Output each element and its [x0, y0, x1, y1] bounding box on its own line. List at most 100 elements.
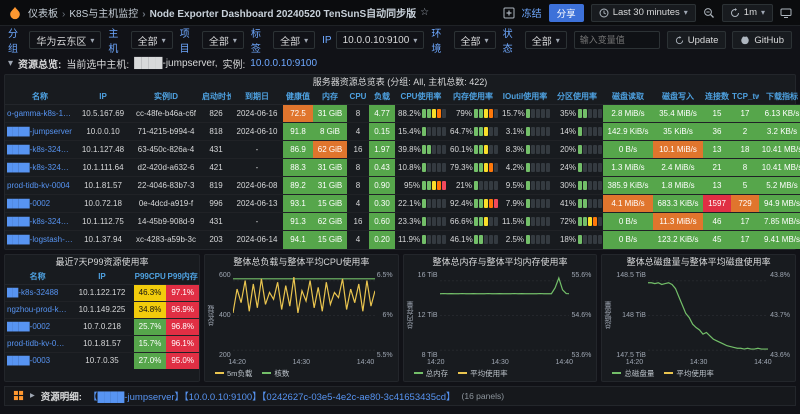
selected-host: ████-jumpserver,	[134, 58, 217, 69]
uptime-days: 819	[201, 177, 231, 195]
host-name-link[interactable]: ██-k8s-32488	[5, 284, 70, 301]
legend-item[interactable]: 5m负载	[215, 368, 252, 379]
cpu-cores: 16	[347, 141, 369, 159]
breadcrumb-folder[interactable]: K8S与主机监控	[62, 5, 138, 20]
chart-plot-area[interactable]	[440, 272, 570, 359]
usage-gauge: 10.8%	[397, 163, 445, 172]
p99-panel-title[interactable]: 最近7天P99资源使用率	[5, 255, 199, 270]
column-header[interactable]: 连接数	[703, 90, 731, 105]
host-name-link[interactable]: ████-k8s-32498-...	[5, 159, 75, 177]
host-name-link[interactable]: ████-jumpserver	[5, 123, 75, 141]
column-header[interactable]: 下载指标	[759, 90, 800, 105]
column-header[interactable]: 启动时长	[201, 90, 231, 105]
host-name-link[interactable]: ngzhou-prod-k8s-1	[5, 301, 70, 318]
detail-instance-link[interactable]: 【████-jumpserver】【10.0.0.10:9100】【024262…	[88, 389, 456, 403]
expiry-date: 2024-06-16	[231, 105, 283, 123]
legend-item[interactable]: 总内存	[414, 368, 449, 379]
refresh-button[interactable]: 1m ▾	[722, 4, 773, 22]
favorite-star-icon[interactable]: ☆	[420, 7, 429, 18]
time-range-picker[interactable]: Last 30 minutes ▾	[591, 4, 696, 22]
column-header[interactable]: 名称	[5, 270, 70, 285]
column-header[interactable]: TCP_tw	[731, 90, 759, 105]
host-name-link[interactable]: prod-tidb-kv-0004	[5, 335, 70, 352]
table-row: ████-logstash-4...10.1.37.94xc-4283-a59b…	[5, 231, 800, 249]
column-header[interactable]: 健康值	[283, 90, 313, 105]
column-header[interactable]: 分区使用率	[551, 90, 603, 105]
column-header[interactable]: 实例ID	[131, 90, 201, 105]
github-button[interactable]: GitHub	[732, 31, 792, 49]
filter-value-dropdown[interactable]: 全部▾	[202, 31, 244, 49]
grafana-logo[interactable]	[8, 6, 22, 20]
column-header[interactable]: 到期日	[231, 90, 283, 105]
filter-value-dropdown[interactable]: 全部▾	[273, 31, 315, 49]
chart-title[interactable]: 整体总内存与整体平均内存使用率	[404, 255, 597, 270]
detail-section-header[interactable]: ▸ 资源明细: 【████-jumpserver】【10.0.0.10:9100…	[4, 386, 796, 406]
filter-value-dropdown[interactable]: 全部▾	[454, 31, 496, 49]
host-name-link[interactable]: ████-k8s-32488-...	[5, 213, 75, 231]
column-header[interactable]: IP	[70, 270, 133, 285]
tcp-tw-count: 18	[731, 141, 759, 159]
tcp-tw-count: 729	[731, 195, 759, 213]
usage-gauge: 39.8%	[397, 145, 445, 154]
column-header[interactable]: IOutil使用率	[499, 90, 551, 105]
kiosk-mode-icon[interactable]	[780, 7, 792, 19]
overview-section-header[interactable]: ▾ 资源总览: 当前选中主机: ████-jumpserver, 实例: 10.…	[0, 54, 800, 72]
chart-plot-area[interactable]	[648, 272, 768, 359]
legend-item[interactable]: 平均使用率	[664, 368, 714, 379]
download-rate: 10.41 MB/s	[759, 159, 800, 177]
overview-table-title[interactable]: 服务器资源总览表 (分组: All, 主机总数: 422)	[5, 75, 795, 90]
column-header[interactable]: P99内存	[166, 270, 199, 285]
host-name-link[interactable]: ████-k8s-32488-...	[5, 141, 75, 159]
add-panel-icon[interactable]	[503, 7, 515, 19]
breadcrumb-dashboard-title[interactable]: Node Exporter Dashboard 20240520 TenSunS…	[142, 5, 416, 20]
host-name-link[interactable]: ████-0003	[5, 352, 70, 369]
filter-value-dropdown[interactable]: 10.0.0.10:9100▾	[336, 31, 425, 49]
cpu-usage-gauge: 23.3%	[395, 213, 447, 231]
share-button[interactable]: 分享	[549, 4, 584, 22]
filter-value-dropdown[interactable]: 全部▾	[131, 31, 173, 49]
column-header[interactable]: CPU使用率	[395, 90, 447, 105]
column-header[interactable]: 负载	[369, 90, 395, 105]
disk-write-rate: 35.4 MiB/s	[653, 105, 703, 123]
disk-read-rate: 4.1 MiB/s	[603, 195, 653, 213]
column-header[interactable]: 磁盘写入	[653, 90, 703, 105]
host-name-link[interactable]: o-gamma-k8s-16235	[5, 105, 75, 123]
column-header[interactable]: 内存	[313, 90, 347, 105]
chart-title[interactable]: 整体总磁盘量与整体平均磁盘使用率	[602, 255, 795, 270]
health-score: 91.8	[283, 123, 313, 141]
load-average: 0.60	[369, 213, 395, 231]
host-name-link[interactable]: ████-0002	[5, 318, 70, 335]
ioutil-usage-gauge: 7.9%	[499, 195, 551, 213]
host-ip: 10.1.81.57	[70, 335, 133, 352]
legend-item[interactable]: 核数	[262, 368, 289, 379]
column-header[interactable]: 磁盘读取	[603, 90, 653, 105]
host-name-link[interactable]: prod-tidb-kv-0004	[5, 177, 75, 195]
column-header[interactable]: 名称	[5, 90, 75, 105]
cpu-usage-gauge: 10.8%	[395, 159, 447, 177]
host-ip: 10.1.149.225	[70, 301, 133, 318]
host-name-link[interactable]: ████-logstash-4...	[5, 231, 75, 249]
column-header[interactable]: CPU	[347, 90, 369, 105]
legend-item[interactable]: 总磁盘量	[612, 368, 654, 379]
zoom-out-icon[interactable]	[703, 7, 715, 19]
column-header[interactable]: P99CPU	[134, 270, 167, 285]
freeze-button[interactable]: 冻结	[522, 5, 542, 20]
host-name-link[interactable]: ████-0002	[5, 195, 75, 213]
column-header[interactable]: IP	[75, 90, 131, 105]
tcp-tw-count: 17	[731, 213, 759, 231]
chart-plot-area[interactable]	[233, 272, 375, 359]
filter-value-dropdown[interactable]: 全部▾	[525, 31, 567, 49]
breadcrumb-dashboards[interactable]: 仪表板	[28, 5, 58, 20]
chart-title[interactable]: 整体总负载与整体平均CPU使用率	[205, 255, 398, 270]
column-header[interactable]: 内存使用率	[447, 90, 499, 105]
memory-usage-gauge: 66.6%	[447, 213, 499, 231]
legend-item[interactable]: 平均使用率	[458, 368, 508, 379]
health-score: 86.9	[283, 141, 313, 159]
filter-value-dropdown[interactable]: 华为云东区▾	[29, 31, 101, 49]
filter-label: 分组	[8, 25, 25, 55]
usage-gauge: 14%	[553, 127, 601, 136]
update-button[interactable]: Update	[667, 31, 727, 49]
variable-search-input[interactable]	[574, 31, 660, 49]
instance-id: 63-450c-826a-4	[131, 141, 201, 159]
partition-usage-gauge: 35%	[551, 105, 603, 123]
